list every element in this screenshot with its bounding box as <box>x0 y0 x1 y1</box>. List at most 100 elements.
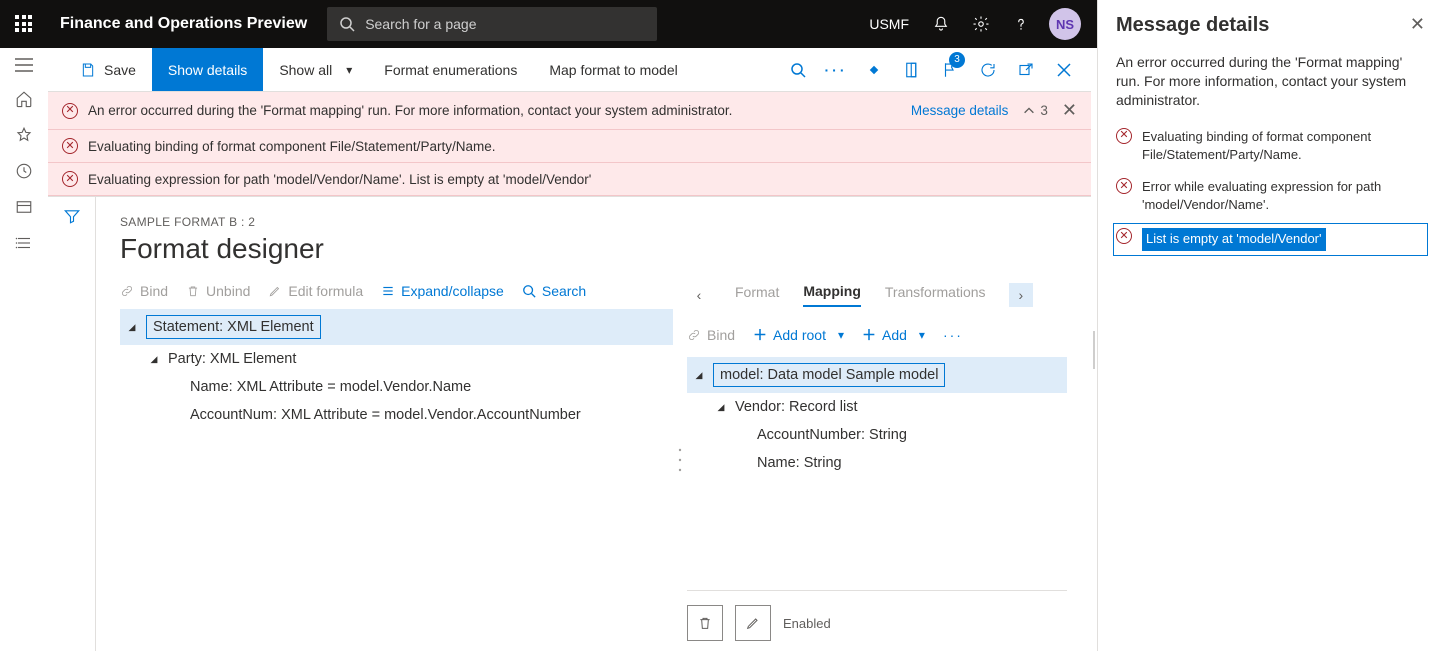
details-item[interactable]: ✕List is empty at 'model/Vendor' <box>1116 226 1425 252</box>
list-icon <box>381 284 395 298</box>
details-item[interactable]: ✕ Evaluating binding of format component … <box>1116 126 1425 166</box>
error-icon: ✕ <box>1116 128 1132 144</box>
overflow-button[interactable]: ··· <box>817 48 855 92</box>
panel-resizer[interactable] <box>1091 48 1097 651</box>
tab-mapping[interactable]: Mapping <box>803 283 861 307</box>
bind-button[interactable]: Bind <box>120 283 168 299</box>
help-button[interactable] <box>1001 0 1041 48</box>
details-summary: An error occurred during the 'Format map… <box>1116 53 1425 110</box>
search-icon <box>790 62 806 78</box>
plus-icon: ＋ <box>862 325 876 345</box>
details-close-button[interactable]: ✕ <box>1410 14 1425 35</box>
details-item-text: Evaluating binding of format component F… <box>1142 128 1425 164</box>
message-text: Evaluating binding of format component F… <box>88 139 495 154</box>
add-label: Add <box>882 327 907 343</box>
edit-button[interactable] <box>735 605 771 641</box>
message-dismiss-button[interactable]: ✕ <box>1062 100 1077 121</box>
tree-node[interactable]: ◢Vendor: Record list <box>687 393 1067 421</box>
hamburger-icon[interactable] <box>15 58 33 72</box>
workspaces-icon[interactable] <box>15 198 33 216</box>
command-bar: Save Show details Show all ▾ Format enum… <box>48 48 1091 92</box>
notice-count-badge: 3 <box>949 52 965 68</box>
attachments-button[interactable] <box>893 48 931 92</box>
search-placeholder: Search for a page <box>365 16 476 32</box>
bind-label: Bind <box>140 283 168 299</box>
home-icon[interactable] <box>15 90 33 108</box>
expand-label: Expand/collapse <box>401 283 504 299</box>
tree-node[interactable]: AccountNumber: String <box>687 421 1067 449</box>
show-all-button[interactable]: Show all ▾ <box>263 48 368 91</box>
save-button[interactable]: Save <box>64 48 152 91</box>
search-icon <box>339 16 355 32</box>
tree-node-label: Name: String <box>757 455 842 471</box>
bell-icon <box>932 15 950 33</box>
unbind-button[interactable]: Unbind <box>186 283 250 299</box>
details-item[interactable]: ✕Error while evaluating expression for p… <box>1116 176 1425 216</box>
notifications-button[interactable] <box>921 0 961 48</box>
edit-formula-button[interactable]: Edit formula <box>268 283 363 299</box>
tree-node[interactable]: AccountNum: XML Attribute = model.Vendor… <box>120 401 673 429</box>
format-enum-label: Format enumerations <box>384 62 517 78</box>
map-format-label: Map format to model <box>549 62 677 78</box>
error-icon: ✕ <box>1116 178 1132 194</box>
filter-button[interactable] <box>63 207 81 651</box>
tree-caret-icon[interactable]: ◢ <box>124 322 140 333</box>
tree-node[interactable]: Name: XML Attribute = model.Vendor.Name <box>120 373 673 401</box>
link-icon <box>120 284 134 298</box>
search-icon <box>522 284 536 298</box>
tree-node-label: AccountNumber: String <box>757 427 907 443</box>
error-icon: ✕ <box>62 138 78 154</box>
splitter[interactable] <box>673 279 687 641</box>
message-bar: ✕ An error occurred during the 'Format m… <box>48 92 1091 196</box>
format-enumerations-button[interactable]: Format enumerations <box>368 48 533 91</box>
delete-button[interactable] <box>687 605 723 641</box>
map-format-button[interactable]: Map format to model <box>533 48 693 91</box>
save-icon <box>80 62 96 78</box>
add-root-label: Add root <box>773 327 826 343</box>
tree-node[interactable]: ◢Statement: XML Element <box>120 309 673 345</box>
mapping-bind-label: Bind <box>707 327 735 343</box>
page-search-button[interactable] <box>779 48 817 92</box>
refresh-icon <box>979 61 997 79</box>
message-collapse-button[interactable]: 3 <box>1022 103 1048 118</box>
message-count: 3 <box>1040 103 1048 118</box>
tree-node[interactable]: ◢Party: XML Element <box>120 345 673 373</box>
edit-label: Edit formula <box>288 283 363 299</box>
close-page-button[interactable] <box>1045 48 1083 92</box>
tree-search-button[interactable]: Search <box>522 283 586 299</box>
add-root-button[interactable]: ＋ Add root ▾ <box>753 325 844 345</box>
mapping-tree[interactable]: ◢model: Data model Sample model◢Vendor: … <box>687 357 1067 590</box>
favorites-icon[interactable] <box>15 126 33 144</box>
tab-transformations[interactable]: Transformations <box>885 284 985 306</box>
top-bar: Finance and Operations Preview Search fo… <box>0 0 1097 48</box>
modules-icon[interactable] <box>15 234 33 252</box>
expand-collapse-button[interactable]: Expand/collapse <box>381 283 504 299</box>
tab-format[interactable]: Format <box>735 284 779 306</box>
tabs-prev-button[interactable]: ‹ <box>687 283 711 307</box>
chevron-down-icon: ▾ <box>346 63 352 77</box>
show-details-button[interactable]: Show details <box>152 48 263 91</box>
tree-caret-icon[interactable]: ◢ <box>691 370 707 381</box>
tree-node[interactable]: Name: String <box>687 449 1067 477</box>
avatar[interactable]: NS <box>1049 8 1081 40</box>
page-title: Format designer <box>120 233 1067 265</box>
plus-icon: ＋ <box>753 325 767 345</box>
app-launcher-button[interactable] <box>0 0 48 48</box>
mapping-bind-button[interactable]: Bind <box>687 327 735 343</box>
popout-button[interactable] <box>1007 48 1045 92</box>
message-details-link[interactable]: Message details <box>911 103 1009 118</box>
add-button[interactable]: ＋ Add ▾ <box>862 325 925 345</box>
tabs-next-button[interactable]: › <box>1009 283 1033 307</box>
refresh-button[interactable] <box>969 48 1007 92</box>
tree-caret-icon[interactable]: ◢ <box>146 354 162 365</box>
notices-button[interactable]: 3 <box>931 48 969 92</box>
personalize-button[interactable] <box>855 48 893 92</box>
legal-entity-label[interactable]: USMF <box>857 16 921 32</box>
global-search-input[interactable]: Search for a page <box>327 7 657 41</box>
tree-caret-icon[interactable]: ◢ <box>713 402 729 413</box>
tree-node[interactable]: ◢model: Data model Sample model <box>687 357 1067 393</box>
mapping-overflow-button[interactable]: ··· <box>943 327 963 343</box>
recent-icon[interactable] <box>15 162 33 180</box>
format-tree[interactable]: ◢Statement: XML Element◢Party: XML Eleme… <box>120 309 673 641</box>
settings-button[interactable] <box>961 0 1001 48</box>
